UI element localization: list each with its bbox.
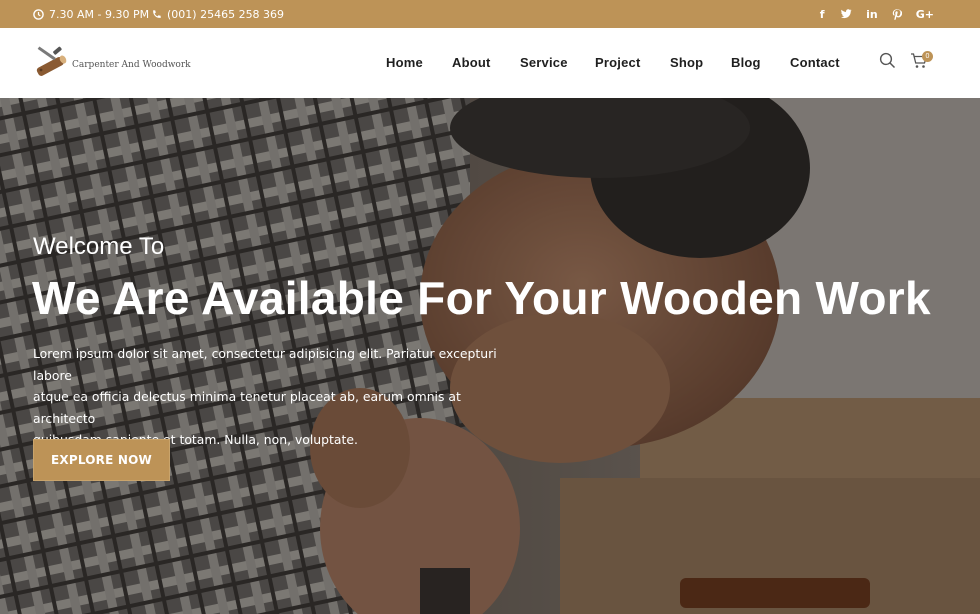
opening-hours: 7.30 AM - 9.30 PM [33,0,149,28]
linkedin-icon[interactable]: in [866,8,878,21]
clock-icon [33,8,44,20]
hero-banner: Welcome To We Are Available For Your Woo… [0,98,980,614]
explore-now-button[interactable]: EXPLORE NOW [33,439,170,481]
nav-service[interactable]: Service [520,55,568,70]
search-icon[interactable] [879,52,896,74]
top-bar: 7.30 AM - 9.30 PM (001) 25465 258 369 f … [0,0,980,28]
hero-description: Lorem ipsum dolor sit amet, consectetur … [33,343,513,451]
phone-contact[interactable]: (001) 25465 258 369 [151,0,284,28]
google-plus-icon[interactable]: G+ [916,8,934,21]
nav-project[interactable]: Project [595,55,640,70]
pinterest-icon[interactable] [892,8,902,20]
phone-icon [151,9,162,20]
phone-number[interactable]: (001) 25465 258 369 [167,8,284,21]
logo-icon [33,44,69,85]
nav-home[interactable]: Home [386,55,423,70]
site-logo[interactable]: Carpenter And Woodwork [33,44,191,85]
opening-hours-text: 7.30 AM - 9.30 PM [49,7,150,21]
hero-description-line: Lorem ipsum dolor sit amet, consectetur … [33,346,497,383]
nav-about[interactable]: About [452,55,491,70]
cart-count-badge: 0 [922,51,933,62]
hero-welcome: Welcome To [33,233,165,260]
hero-headline: We Are Available For Your Wooden Work [32,272,931,324]
nav-shop[interactable]: Shop [670,55,703,70]
twitter-icon[interactable] [841,9,852,19]
nav-contact[interactable]: Contact [790,55,840,70]
social-links: f in G+ [817,0,934,28]
nav-blog[interactable]: Blog [731,55,761,70]
site-header: Carpenter And Woodwork Home About Servic… [0,28,980,98]
logo-text: Carpenter And Woodwork [72,59,191,70]
hero-description-line: atque ea officia delectus minima tenetur… [33,389,461,426]
facebook-icon[interactable]: f [817,8,827,21]
